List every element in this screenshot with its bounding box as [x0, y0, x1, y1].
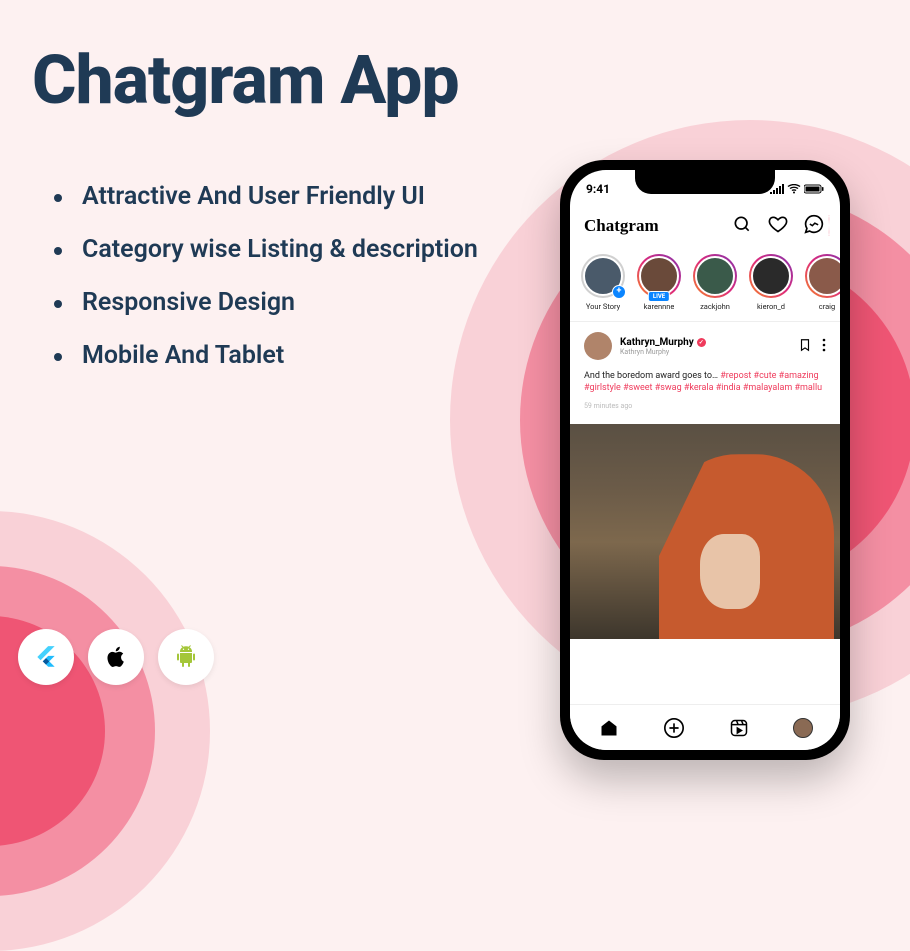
add-icon[interactable]	[663, 717, 685, 739]
post-avatar[interactable]	[584, 332, 612, 360]
post-realname: Kathryn Murphy	[620, 348, 790, 356]
post-time: 59 minutes ago	[584, 402, 826, 410]
more-icon[interactable]	[822, 337, 826, 356]
heart-icon[interactable]	[768, 214, 788, 238]
status-signals	[770, 184, 824, 194]
bottom-nav	[570, 704, 840, 750]
phone-mockup: 9:41 Chatgram + Your Story LIVE karen	[560, 160, 850, 760]
feature-item: Attractive And User Friendly UI	[54, 170, 478, 223]
feature-list: Attractive And User Friendly UI Category…	[54, 170, 478, 382]
story-item[interactable]: craig	[804, 254, 840, 311]
status-time: 9:41	[586, 182, 610, 196]
story-your-story[interactable]: + Your Story	[580, 254, 626, 311]
home-icon[interactable]	[598, 717, 620, 739]
post-caption: And the boredom award goes to… #repost #…	[584, 370, 826, 394]
story-item[interactable]: LIVE karennne	[636, 254, 682, 311]
post-username[interactable]: Kathryn_Murphy✓	[620, 337, 790, 348]
story-item[interactable]: kieron_d	[748, 254, 794, 311]
stories-row: + Your Story LIVE karennne zackjohn kier…	[570, 248, 840, 322]
apple-icon	[88, 629, 144, 685]
feature-item: Responsive Design	[54, 276, 478, 329]
feature-item: Category wise Listing & description	[54, 223, 478, 276]
post-image[interactable]	[570, 424, 840, 639]
android-icon	[158, 629, 214, 685]
story-item[interactable]: zackjohn	[692, 254, 738, 311]
decorative-rings-left	[0, 511, 210, 951]
hero-title: Chatgram App	[32, 40, 459, 120]
flutter-icon	[18, 629, 74, 685]
feed-post: Kathryn_Murphy✓ Kathryn Murphy And the b…	[570, 322, 840, 414]
live-badge: LIVE	[648, 291, 670, 302]
phone-notch	[635, 170, 775, 194]
reels-icon[interactable]	[728, 717, 750, 739]
app-header: Chatgram	[570, 208, 840, 248]
messenger-icon[interactable]	[804, 214, 826, 238]
app-brand: Chatgram	[584, 216, 659, 236]
feature-item: Mobile And Tablet	[54, 329, 478, 382]
bookmark-icon[interactable]	[798, 337, 812, 356]
add-story-icon: +	[612, 285, 626, 299]
verified-badge: ✓	[697, 338, 706, 347]
platform-icons	[18, 629, 214, 685]
notification-badge	[828, 215, 830, 236]
search-icon[interactable]	[732, 214, 752, 238]
